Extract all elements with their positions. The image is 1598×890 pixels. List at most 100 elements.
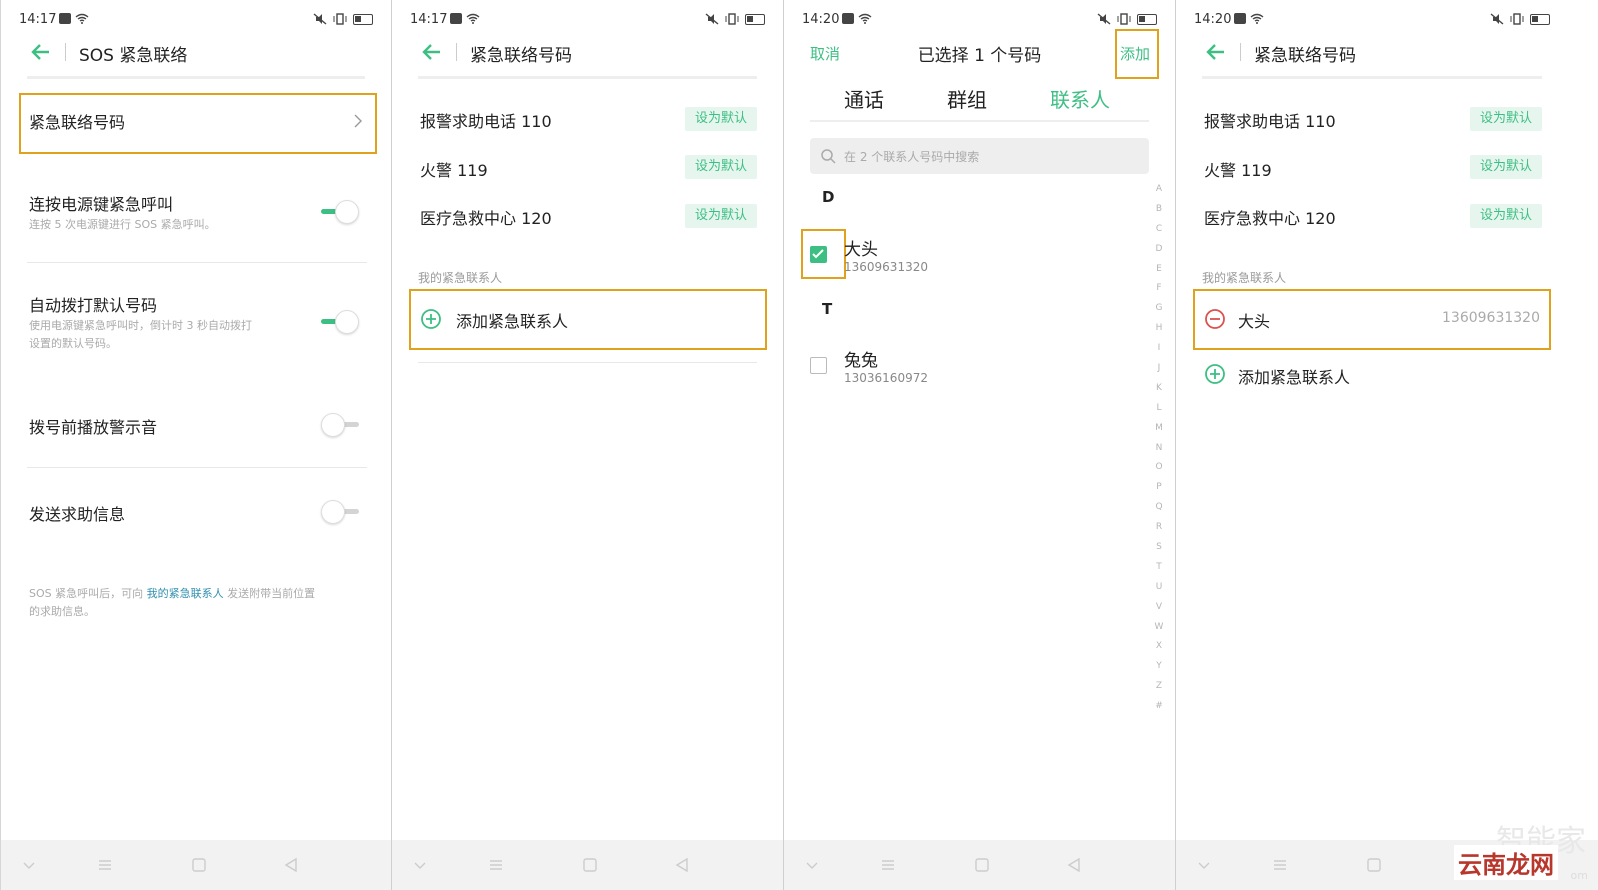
alphabet-index[interactable]: A B C D E F G H I J K L M N O P Q R S T U V W X Y Z # <box>1153 184 1165 721</box>
index-letter[interactable]: C <box>1153 224 1165 244</box>
index-letter[interactable]: S <box>1153 542 1165 562</box>
send-message-label: 发送求助信息 <box>29 505 126 524</box>
set-default-button[interactable]: 设为默认 <box>685 204 757 228</box>
tab-contacts[interactable]: 联系人 <box>1050 84 1110 113</box>
back-triangle-icon[interactable] <box>283 857 299 873</box>
add-button[interactable]: 添加 <box>1120 43 1150 64</box>
index-letter[interactable]: A <box>1153 184 1165 204</box>
menu-icon[interactable] <box>880 857 896 873</box>
index-letter[interactable]: N <box>1153 443 1165 463</box>
set-default-button[interactable]: 设为默认 <box>1470 155 1542 179</box>
home-icon[interactable] <box>582 857 598 873</box>
add-circle-icon <box>421 309 441 329</box>
group-letter: T <box>822 300 833 318</box>
index-letter[interactable]: V <box>1153 602 1165 622</box>
status-left-icons <box>842 13 872 24</box>
contact-name: 兔兔 <box>844 351 878 371</box>
tab-calls[interactable]: 通话 <box>844 84 884 113</box>
emergency-numbers-label: 紧急联络号码 <box>29 113 126 132</box>
index-letter[interactable]: J <box>1153 363 1165 383</box>
divider <box>418 362 757 363</box>
mute-icon <box>705 13 719 25</box>
index-letter[interactable]: I <box>1153 343 1165 363</box>
add-contact-label: 添加紧急联系人 <box>1238 368 1351 387</box>
menu-icon[interactable] <box>97 857 113 873</box>
chevron-down-icon[interactable] <box>1196 857 1212 873</box>
menu-icon[interactable] <box>1272 857 1288 873</box>
alarm-sound-item: 拨号前播放警示音 <box>27 405 365 445</box>
add-contact-button[interactable]: 添加紧急联系人 <box>1202 362 1542 388</box>
home-icon[interactable] <box>1366 857 1382 873</box>
contact-checkbox[interactable] <box>810 357 827 374</box>
chevron-down-icon[interactable] <box>21 857 37 873</box>
auto-dial-label: 自动拨打默认号码 <box>29 296 158 315</box>
index-letter[interactable]: T <box>1153 562 1165 582</box>
set-default-button[interactable]: 设为默认 <box>1470 204 1542 228</box>
index-letter[interactable]: Z <box>1153 681 1165 701</box>
index-letter[interactable]: K <box>1153 383 1165 403</box>
status-time: 14:17 <box>410 12 448 27</box>
auto-dial-desc-line1: 使用电源键紧急呼叫时，倒计时 3 秒自动拨打 <box>29 319 252 332</box>
wifi-icon <box>466 13 480 24</box>
back-triangle-icon[interactable] <box>674 857 690 873</box>
auto-dial-item: 自动拨打默认号码 使用电源键紧急呼叫时，倒计时 3 秒自动拨打 设置的默认号码。 <box>27 288 365 358</box>
footer-link[interactable]: 我的紧急联系人 <box>147 587 224 600</box>
chevron-down-icon[interactable] <box>412 857 428 873</box>
contact-checkbox[interactable] <box>810 246 827 263</box>
index-letter[interactable]: L <box>1153 403 1165 423</box>
alarm-sound-toggle[interactable] <box>321 412 361 438</box>
footer-text-1: SOS 紧急呼叫后，可向 <box>29 587 144 600</box>
index-letter[interactable]: O <box>1153 462 1165 482</box>
chevron-down-icon[interactable] <box>804 857 820 873</box>
add-contact-label: 添加紧急联系人 <box>456 312 569 331</box>
power-key-toggle[interactable] <box>321 199 361 225</box>
chevron-right-icon <box>354 114 362 128</box>
menu-icon[interactable] <box>488 857 504 873</box>
emergency-numbers-panel: 14:17 紧急联络号码 报警求助电话 110 设为默认 火警 119 设为默认… <box>392 0 784 890</box>
battery-icon <box>353 13 373 25</box>
status-right-icons <box>705 13 765 25</box>
add-contact-button[interactable]: 添加紧急联系人 <box>418 289 757 350</box>
index-letter[interactable]: W <box>1153 622 1165 642</box>
back-arrow-icon[interactable] <box>420 40 444 64</box>
status-right-icons <box>1490 13 1550 25</box>
tab-groups[interactable]: 群组 <box>947 84 987 113</box>
back-triangle-icon[interactable] <box>1066 857 1082 873</box>
index-letter[interactable]: M <box>1153 423 1165 443</box>
index-letter[interactable]: D <box>1153 244 1165 264</box>
index-letter[interactable]: # <box>1153 701 1165 721</box>
header-divider <box>65 43 66 61</box>
set-default-button[interactable]: 设为默认 <box>1470 107 1542 131</box>
send-message-toggle[interactable] <box>321 499 361 525</box>
index-letter[interactable]: X <box>1153 641 1165 661</box>
index-letter[interactable]: B <box>1153 204 1165 224</box>
home-icon[interactable] <box>191 857 207 873</box>
number-label: 报警求助电话 110 <box>1204 112 1336 131</box>
mute-icon <box>313 13 327 25</box>
index-letter[interactable]: Q <box>1153 502 1165 522</box>
back-arrow-icon[interactable] <box>29 40 53 64</box>
number-label: 医疗急救中心 120 <box>1204 209 1336 228</box>
set-default-button[interactable]: 设为默认 <box>685 155 757 179</box>
header-underline <box>27 76 365 79</box>
index-letter[interactable]: P <box>1153 482 1165 502</box>
index-letter[interactable]: Y <box>1153 661 1165 681</box>
search-input[interactable]: 在 2 个联系人号码中搜索 <box>810 138 1149 174</box>
set-default-button[interactable]: 设为默认 <box>685 107 757 131</box>
notification-icon <box>450 13 462 24</box>
wifi-icon <box>1250 13 1264 24</box>
index-letter[interactable]: F <box>1153 283 1165 303</box>
index-letter[interactable]: G <box>1153 303 1165 323</box>
remove-circle-icon[interactable] <box>1204 308 1226 330</box>
auto-dial-toggle[interactable] <box>321 309 361 335</box>
emergency-numbers-item[interactable]: 紧急联络号码 <box>27 93 365 154</box>
notification-icon <box>1234 13 1246 24</box>
index-letter[interactable]: E <box>1153 264 1165 284</box>
back-arrow-icon[interactable] <box>1204 40 1228 64</box>
index-letter[interactable]: U <box>1153 582 1165 602</box>
home-icon[interactable] <box>974 857 990 873</box>
index-letter[interactable]: R <box>1153 522 1165 542</box>
header-divider <box>1240 43 1241 61</box>
header-divider <box>456 43 457 61</box>
index-letter[interactable]: H <box>1153 323 1165 343</box>
